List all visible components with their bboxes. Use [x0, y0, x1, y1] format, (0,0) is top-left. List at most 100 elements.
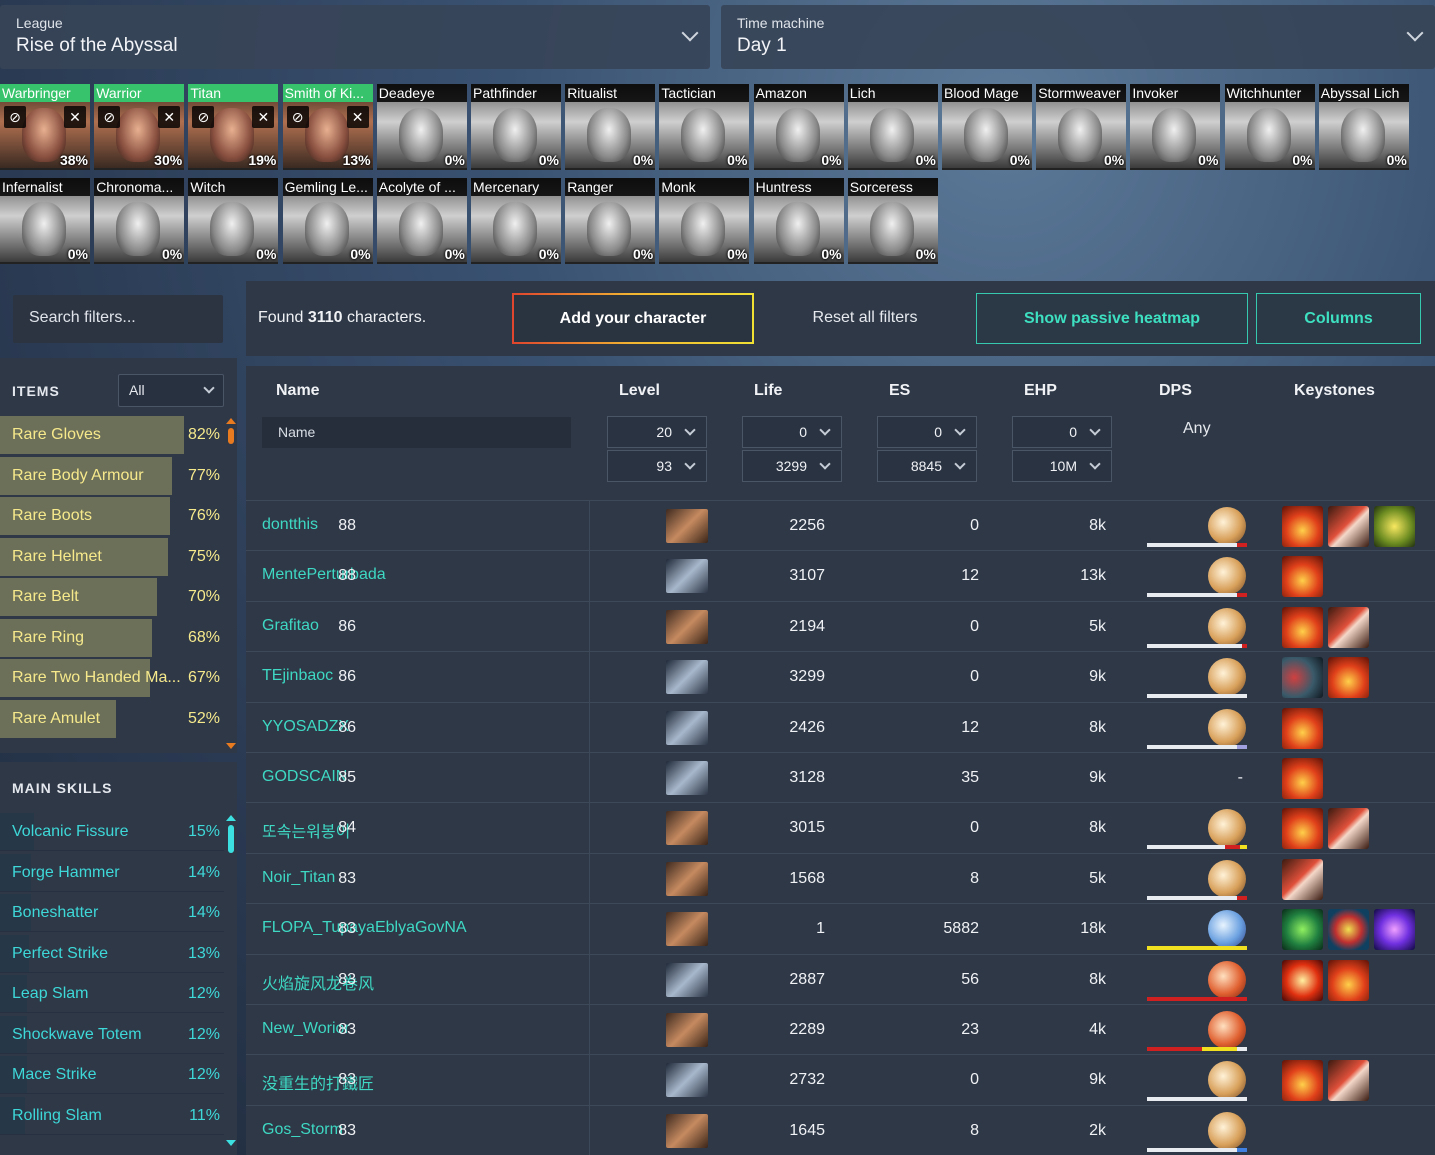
- class-tile[interactable]: Sorceress 0%: [847, 178, 938, 264]
- item-filter-row[interactable]: Rare Gloves 82%: [0, 416, 224, 454]
- columns-button[interactable]: Columns: [1256, 293, 1421, 344]
- es-min-dropdown[interactable]: 0: [877, 416, 977, 448]
- es-max-dropdown[interactable]: 8845: [877, 450, 977, 482]
- skill-filter-row[interactable]: Shockwave Totem 12%: [0, 1015, 224, 1054]
- character-name-link[interactable]: New_Worior: [262, 1020, 350, 1038]
- class-tile[interactable]: Smith of Ki... ⊘ ✕ 13%: [282, 84, 373, 170]
- close-icon[interactable]: ✕: [252, 106, 275, 128]
- character-name-link[interactable]: YYOSADZX: [262, 718, 349, 736]
- reset-filters-button[interactable]: Reset all filters: [790, 309, 940, 327]
- class-tile[interactable]: Witchhunter 0%: [1224, 84, 1315, 170]
- item-filter-row[interactable]: Rare Ring 68%: [0, 618, 224, 657]
- class-tile[interactable]: Monk 0%: [659, 178, 750, 264]
- character-name-link[interactable]: 또속는워봉이: [262, 818, 350, 842]
- scroll-down-icon[interactable]: [226, 1140, 236, 1146]
- character-name-link[interactable]: GODSCAIN: [262, 768, 347, 786]
- life-min-dropdown[interactable]: 0: [742, 416, 842, 448]
- flame-keystone-icon[interactable]: [1282, 959, 1323, 1001]
- time-machine-selector[interactable]: Time machine Day 1: [721, 5, 1435, 69]
- class-tile[interactable]: Mercenary 0%: [471, 178, 561, 264]
- level-min-dropdown[interactable]: 20: [607, 416, 707, 448]
- skill-filter-row[interactable]: Volcanic Fissure 15%: [0, 813, 224, 851]
- class-tile[interactable]: Tactician 0%: [659, 84, 750, 170]
- table-row[interactable]: 또속는워봉이84301508k22k: [246, 802, 1435, 852]
- green-keystone-icon[interactable]: [1282, 909, 1323, 951]
- life-max-dropdown[interactable]: 3299: [742, 450, 842, 482]
- column-header-level[interactable]: Level: [619, 382, 660, 400]
- gold-keystone-icon[interactable]: [1374, 506, 1415, 547]
- character-name-link[interactable]: 没重生的打鐵匠: [262, 1070, 374, 1094]
- class-tile[interactable]: Ritualist 0%: [565, 84, 656, 170]
- class-tile[interactable]: Acolyte of ... 0%: [376, 178, 467, 264]
- close-icon[interactable]: ✕: [158, 106, 181, 128]
- character-name-link[interactable]: MentePerturbada: [262, 566, 386, 584]
- class-tile[interactable]: Warrior ⊘ ✕ 30%: [94, 84, 185, 170]
- skill-filter-row[interactable]: Forge Hammer 14%: [0, 853, 224, 892]
- strike-keystone-icon[interactable]: [1328, 606, 1369, 648]
- skill-filter-row[interactable]: Leap Slam 12%: [0, 975, 224, 1013]
- class-tile[interactable]: Gemling Le... 0%: [282, 178, 373, 264]
- close-icon[interactable]: ✕: [64, 106, 86, 128]
- skill-filter-row[interactable]: Rolling Slam 11%: [0, 1096, 224, 1135]
- skill-filter-row[interactable]: Boneshatter 14%: [0, 894, 224, 932]
- item-filter-row[interactable]: Rare Helmet 75%: [0, 537, 224, 576]
- table-row[interactable]: FLOPA_TupayaEblyaGovNA831588218k0.1k: [246, 903, 1435, 953]
- table-row[interactable]: GODSCAIN 85 3128 35 9k -: [246, 752, 1435, 802]
- fire-keystone-icon[interactable]: [1282, 808, 1323, 850]
- skills-scrollbar[interactable]: [228, 825, 234, 853]
- class-tile[interactable]: Chronoma... 0%: [94, 178, 185, 264]
- item-filter-row[interactable]: Rare Amulet 52%: [0, 699, 224, 738]
- league-selector[interactable]: League Rise of the Abyssal: [0, 5, 710, 69]
- class-tile[interactable]: Witch 0%: [188, 178, 279, 264]
- table-row[interactable]: TEjinbaoc86329909k37k: [246, 651, 1435, 701]
- class-tile[interactable]: Ranger 0%: [565, 178, 656, 264]
- table-row[interactable]: Noir_Titan83156885k59k: [246, 852, 1435, 903]
- fire-keystone-icon[interactable]: [1282, 506, 1323, 547]
- column-header-name[interactable]: Name: [276, 382, 320, 400]
- items-scrollbar[interactable]: [228, 428, 234, 444]
- class-tile[interactable]: Invoker 0%: [1130, 84, 1221, 170]
- class-tile[interactable]: Amazon 0%: [753, 84, 844, 170]
- class-tile[interactable]: Stormweaver 0%: [1036, 84, 1127, 170]
- name-filter-input[interactable]: Name: [262, 417, 571, 448]
- items-filter-dropdown[interactable]: All: [118, 374, 224, 407]
- class-tile[interactable]: Infernalist 0%: [0, 178, 90, 264]
- purple-keystone-icon[interactable]: [1374, 909, 1415, 951]
- scroll-down-icon[interactable]: [226, 743, 236, 749]
- ehp-max-dropdown[interactable]: 10M: [1012, 450, 1112, 482]
- fire-keystone-icon[interactable]: [1282, 606, 1323, 648]
- ehp-min-dropdown[interactable]: 0: [1012, 416, 1112, 448]
- strike-keystone-icon[interactable]: [1328, 1060, 1369, 1102]
- character-name-link[interactable]: 火焰旋风龙卷风: [262, 970, 374, 994]
- column-header-dps[interactable]: DPS: [1159, 382, 1192, 400]
- dps-filter-value[interactable]: Any: [1183, 420, 1211, 438]
- fire-keystone-icon[interactable]: [1282, 758, 1323, 799]
- character-name-link[interactable]: TEjinbaoc: [262, 667, 333, 685]
- table-row[interactable]: 没重生的打鐵匠83273209k40k: [246, 1054, 1435, 1104]
- table-row[interactable]: Gos_Storm83164582k43k: [246, 1104, 1435, 1155]
- class-tile[interactable]: Lich 0%: [847, 84, 938, 170]
- class-tile[interactable]: Huntress 0%: [753, 178, 844, 264]
- strike-keystone-icon[interactable]: [1328, 506, 1369, 547]
- fire-keystone-icon[interactable]: [1282, 707, 1323, 749]
- character-name-link[interactable]: Gos_Storm: [262, 1121, 343, 1139]
- item-filter-row[interactable]: Rare Belt 70%: [0, 578, 224, 616]
- skill-filter-row[interactable]: Perfect Strike 13%: [0, 934, 224, 973]
- strike-keystone-icon[interactable]: [1282, 858, 1323, 900]
- figure-keystone-icon[interactable]: [1282, 657, 1323, 699]
- column-header-ehp[interactable]: EHP: [1024, 382, 1057, 400]
- scroll-up-icon[interactable]: [226, 815, 236, 821]
- item-filter-row[interactable]: Rare Body Armour 77%: [0, 456, 224, 495]
- fire-keystone-icon[interactable]: [1282, 556, 1323, 598]
- item-filter-row[interactable]: Rare Two Handed Ma... 67%: [0, 659, 224, 697]
- table-row[interactable]: dontthis88225608k2k: [246, 500, 1435, 550]
- level-max-dropdown[interactable]: 93: [607, 450, 707, 482]
- table-row[interactable]: New_Worior832289234k8k: [246, 1004, 1435, 1054]
- character-name-link[interactable]: dontthis: [262, 516, 318, 534]
- table-row[interactable]: MentePerturbada8831071213k50k: [246, 550, 1435, 600]
- exclude-icon[interactable]: ⊘: [286, 106, 309, 128]
- class-tile[interactable]: Titan ⊘ ✕ 19%: [188, 84, 279, 170]
- strike-keystone-icon[interactable]: [1328, 808, 1369, 850]
- orb-keystone-icon[interactable]: [1328, 909, 1369, 951]
- exclude-icon[interactable]: ⊘: [192, 106, 215, 128]
